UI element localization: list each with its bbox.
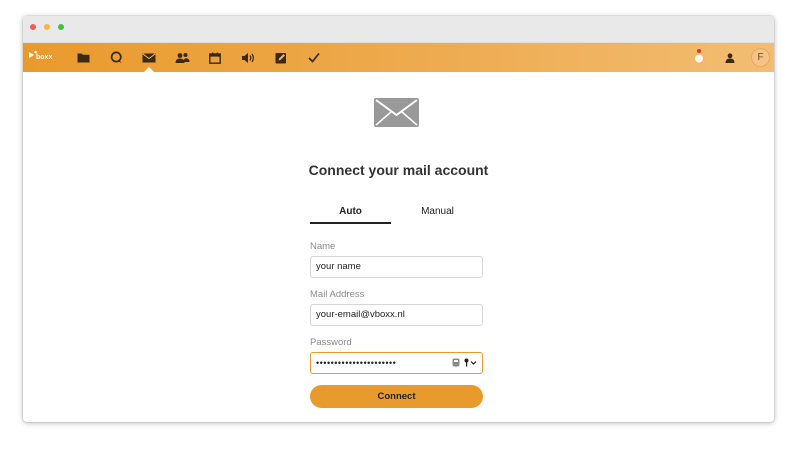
- app-logo[interactable]: boxx: [28, 50, 52, 64]
- password-label: Password: [310, 337, 352, 348]
- envelope-icon: [142, 52, 156, 62]
- title-bar: [23, 16, 774, 43]
- calendar-icon: [209, 52, 221, 64]
- password-field[interactable]: ••••••••••••••••••••••: [310, 352, 483, 374]
- logo-text: boxx: [36, 54, 53, 61]
- nav-contacts[interactable]: [170, 43, 194, 72]
- contacts-menu-icon: [725, 52, 735, 63]
- mail-setup-content: Connect your mail account Auto Manual Na…: [23, 72, 774, 422]
- setup-mode-tabs: Auto Manual: [310, 206, 484, 224]
- user-avatar[interactable]: F: [751, 48, 770, 67]
- nav-audio[interactable]: [236, 43, 260, 72]
- edit-icon: [275, 52, 286, 63]
- name-label: Name: [310, 241, 336, 252]
- email-field[interactable]: your-email@vboxx.nl: [310, 304, 483, 326]
- app-navbar: boxx F: [23, 43, 774, 72]
- tab-auto[interactable]: Auto: [310, 206, 391, 224]
- page-title: Connect your mail account: [308, 162, 489, 178]
- maximize-window-button[interactable]: [58, 24, 64, 30]
- contacts-icon: [175, 52, 189, 63]
- password-field-icons: [452, 358, 478, 367]
- contacts-menu-button[interactable]: [718, 43, 742, 72]
- nav-calendar[interactable]: [203, 43, 227, 72]
- key-dropdown-icon[interactable]: [464, 358, 478, 367]
- nav-talk[interactable]: [104, 43, 128, 72]
- nav-notes[interactable]: [269, 43, 293, 72]
- password-manager-icon[interactable]: [452, 358, 460, 367]
- speaker-icon: [242, 52, 254, 63]
- minimize-window-button[interactable]: [44, 24, 50, 30]
- notification-badge: [697, 49, 701, 53]
- notifications-button[interactable]: [688, 43, 712, 72]
- folder-icon: [77, 53, 89, 63]
- nav-tasks[interactable]: [302, 43, 326, 72]
- browser-window: boxx F Connect your mail account Auto Ma…: [23, 16, 774, 422]
- checkmark-icon: [308, 52, 320, 63]
- notification-icon: [695, 54, 703, 62]
- connect-button[interactable]: Connect: [310, 385, 483, 408]
- email-label: Mail Address: [310, 289, 365, 300]
- close-window-button[interactable]: [30, 24, 36, 30]
- tab-manual[interactable]: Manual: [397, 206, 478, 224]
- nav-files[interactable]: [71, 43, 95, 72]
- name-field[interactable]: your name: [310, 256, 483, 278]
- password-value: ••••••••••••••••••••••: [316, 358, 397, 368]
- chat-bubble-icon: [110, 51, 122, 63]
- envelope-icon: [374, 98, 419, 127]
- nav-mail[interactable]: [137, 43, 161, 72]
